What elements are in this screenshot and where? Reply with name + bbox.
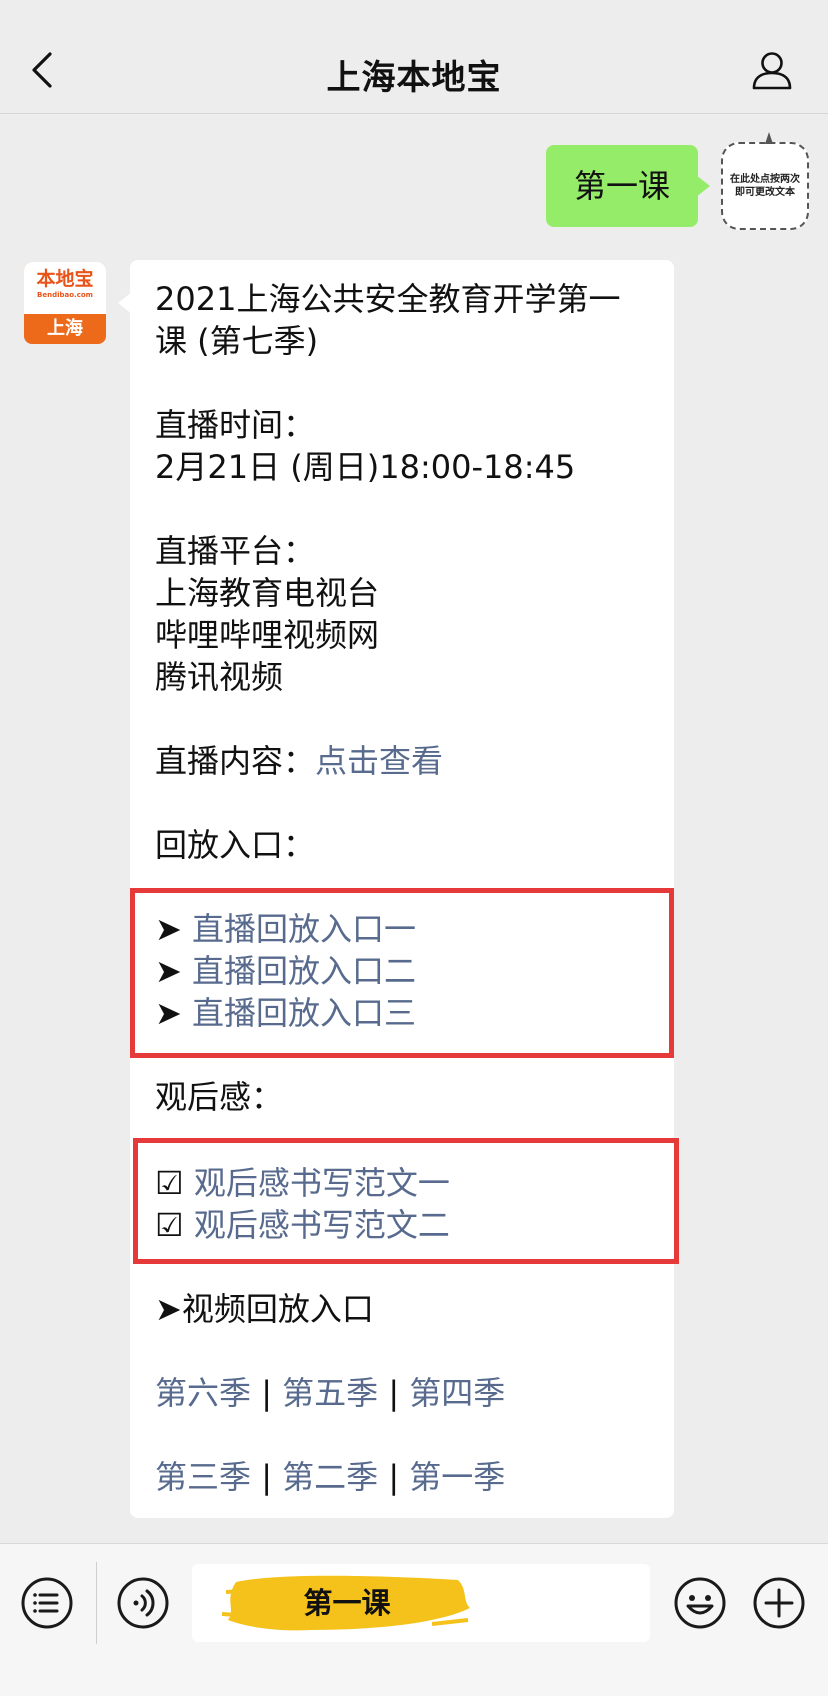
review-link-2[interactable]: 观后感书写范文二	[194, 1206, 450, 1244]
season-3-link[interactable]: 第三季	[155, 1458, 251, 1496]
user-message-bubble[interactable]: 第一课	[546, 145, 710, 227]
replay-link-3[interactable]: 直播回放入口三	[192, 994, 416, 1032]
review-label: 观后感：	[155, 1078, 284, 1116]
message-title-line1: 2021上海公共安全教育开学第一	[155, 280, 621, 318]
bottom-toolbar: 第一课	[0, 1543, 828, 1696]
review-link-1[interactable]: 观后感书写范文一	[194, 1164, 450, 1202]
menu-list-icon[interactable]	[20, 1576, 74, 1630]
platform-label: 直播平台：	[155, 532, 316, 570]
avatar-logo-top: 本地宝 Bendibao.com	[24, 262, 106, 314]
season-6-link[interactable]: 第六季	[155, 1374, 251, 1412]
replay-link-row[interactable]: ➤ 直播回放入口三	[155, 992, 416, 1034]
content-link[interactable]: 点击查看	[315, 742, 443, 780]
review-link-row[interactable]: ☑ 观后感书写范文一	[155, 1162, 450, 1204]
replay-link-row[interactable]: ➤ 直播回放入口二	[155, 950, 416, 992]
voice-icon[interactable]	[116, 1576, 170, 1630]
input-text: 第一课	[303, 1586, 391, 1620]
toolbar-divider	[96, 1562, 97, 1644]
separator: |	[388, 1374, 400, 1412]
seasons-row-1: 第六季 | 第五季 | 第四季	[155, 1372, 505, 1414]
platform-item: 上海教育电视台	[155, 574, 380, 612]
bot-avatar[interactable]: 本地宝 Bendibao.com 上海	[24, 262, 106, 344]
avatar-domain: Bendibao.com	[37, 291, 93, 299]
avatar-note: 在此处点按两次即可更改文本	[730, 174, 800, 198]
avatar-city: 上海	[47, 318, 83, 339]
message-input[interactable]: 第一课	[192, 1564, 650, 1642]
nav-header: 上海本地宝	[0, 0, 828, 114]
page-title: 上海本地宝	[326, 58, 502, 98]
content-label: 直播内容：	[155, 742, 316, 780]
plus-icon[interactable]	[752, 1576, 806, 1630]
replay-link-row[interactable]: ➤ 直播回放入口一	[155, 908, 416, 950]
season-1-link[interactable]: 第一季	[409, 1458, 505, 1496]
checkbox-icon: ☑	[155, 1206, 184, 1244]
bot-message-bubble: 2021上海公共安全教育开学第一 课 (第七季) 直播时间： 2月21日 (周日…	[118, 260, 679, 1518]
profile-icon[interactable]	[750, 48, 794, 92]
live-time-label: 直播时间：	[155, 406, 316, 444]
message-title-line2: 课 (第七季)	[155, 322, 319, 360]
separator: |	[261, 1374, 272, 1412]
arrow-bullet-icon: ➤	[155, 994, 182, 1032]
replay-link-1[interactable]: 直播回放入口一	[192, 910, 416, 948]
separator: |	[388, 1458, 400, 1496]
arrow-bullet-icon: ➤	[155, 910, 182, 948]
video-replay-heading: ➤视频回放入口	[155, 1290, 374, 1328]
seasons-row-2: 第三季 | 第二季 | 第一季	[155, 1456, 505, 1498]
live-time-value: 2月21日 (周日)18:00-18:45	[155, 448, 576, 486]
season-4-link[interactable]: 第四季	[409, 1374, 505, 1412]
season-2-link[interactable]: 第二季	[282, 1458, 378, 1496]
platform-item: 腾讯视频	[155, 658, 284, 696]
arrow-bullet-icon: ➤	[155, 952, 182, 990]
user-avatar[interactable]: 在此处点按两次即可更改文本	[721, 132, 809, 230]
replay-label: 回放入口：	[155, 826, 316, 864]
content-row: 直播内容：点击查看	[155, 740, 443, 782]
replay-link-2[interactable]: 直播回放入口二	[192, 952, 416, 990]
season-5-link[interactable]: 第五季	[282, 1374, 378, 1412]
platform-item: 哔哩哔哩视频网	[155, 616, 380, 654]
emoji-icon[interactable]	[673, 1576, 727, 1630]
review-link-row[interactable]: ☑ 观后感书写范文二	[155, 1204, 450, 1246]
checkbox-icon: ☑	[155, 1164, 184, 1202]
separator: |	[261, 1458, 272, 1496]
avatar-brand: 本地宝	[36, 268, 94, 290]
